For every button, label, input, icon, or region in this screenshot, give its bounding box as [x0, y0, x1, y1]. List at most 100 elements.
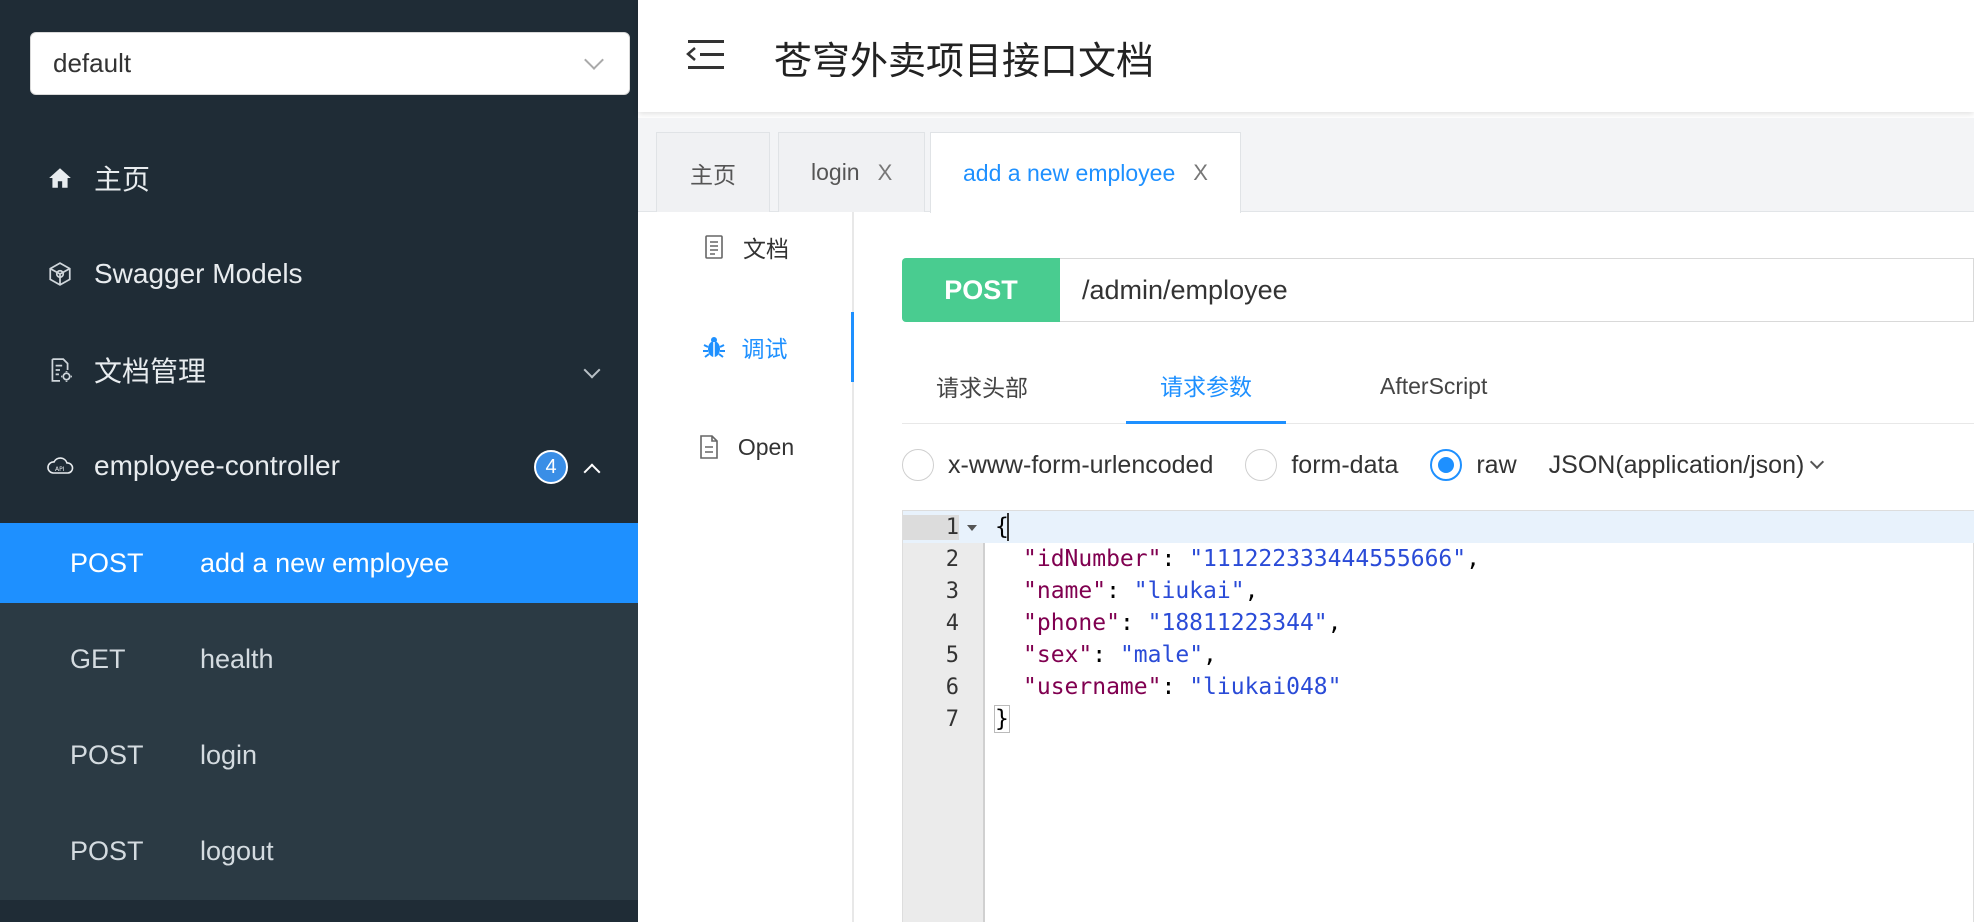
chevron-down-icon	[1810, 454, 1825, 470]
doc-nav-label: 文档	[743, 236, 789, 262]
group-select[interactable]: default	[30, 32, 630, 95]
json-key: "sex"	[1023, 642, 1093, 668]
main-panel: 苍穹外卖项目接口文档 主页 login X add a new employee…	[638, 0, 1974, 922]
line-number: 2	[945, 546, 959, 572]
editor-line: 3 "name": "liukai",	[903, 575, 1974, 607]
chevron-up-icon	[583, 463, 601, 481]
doc-nav-label: 调试	[741, 336, 788, 362]
menu-toggle-icon[interactable]	[686, 38, 726, 72]
tab-login[interactable]: login X	[778, 132, 926, 212]
json-value: "18811223344"	[1147, 610, 1328, 636]
close-icon[interactable]: X	[878, 160, 893, 186]
endpoint-item-add-employee[interactable]: POST add a new employee	[0, 523, 638, 603]
line-number: 6	[945, 674, 959, 700]
code-text: "name": "liukai",	[1023, 578, 1259, 604]
endpoint-item-logout[interactable]: POST logout	[0, 811, 638, 891]
body-type-label: x-www-form-urlencoded	[948, 450, 1214, 479]
top-bar: 苍穹外卖项目接口文档	[638, 0, 1974, 112]
sidebar-item-label: 文档管理	[94, 356, 207, 387]
doc-nav-doc[interactable]: 文档	[638, 212, 854, 282]
tab-home[interactable]: 主页	[656, 132, 770, 212]
endpoint-method: POST	[70, 739, 144, 770]
body-type-label: form-data	[1291, 450, 1399, 479]
editor-line: 5 "sex": "male",	[903, 639, 1974, 671]
json-key: "idNumber"	[1023, 546, 1162, 572]
code-editor[interactable]: 1 { 2 "idNumber": "111222333444555666", …	[902, 510, 1974, 922]
code-text: "idNumber": "111222333444555666",	[1023, 546, 1480, 572]
line-number: 4	[945, 610, 959, 636]
svg-text:API: API	[55, 466, 65, 473]
sidebar-item-label: 主页	[94, 164, 151, 195]
line-number: 5	[945, 642, 959, 668]
app-window: default 主页 Swagger Models 文档管理 API emplo…	[0, 0, 1974, 922]
endpoint-label: logout	[200, 835, 274, 866]
subtab-afterscript[interactable]: AfterScript	[1380, 348, 1487, 424]
tab-bar: 主页 login X add a new employee X	[638, 118, 1974, 213]
sidebar: default 主页 Swagger Models 文档管理 API emplo…	[0, 0, 638, 922]
line-number: 3	[945, 578, 959, 604]
endpoint-label: add a new employee	[200, 547, 450, 578]
body-type-form-data[interactable]: form-data	[1245, 449, 1398, 481]
doc-settings-icon	[46, 356, 74, 384]
doc-nav-open[interactable]: Open	[638, 412, 854, 482]
count-badge: 4	[534, 450, 568, 484]
chevron-down-icon	[583, 361, 601, 379]
group-select-value: default	[53, 48, 132, 78]
json-key: "phone"	[1023, 610, 1120, 636]
doc-nav-debug[interactable]: 调试	[638, 312, 854, 382]
cube-icon	[46, 260, 74, 288]
fold-arrow-icon[interactable]	[967, 525, 977, 531]
document-icon	[703, 235, 727, 259]
sidebar-item-home[interactable]: 主页	[0, 130, 638, 226]
body-type-label: raw	[1476, 450, 1517, 479]
editor-line: 7 }	[903, 703, 1974, 735]
sidebar-item-label: Swagger Models	[94, 258, 303, 289]
body-type-urlencoded[interactable]: x-www-form-urlencoded	[902, 449, 1213, 481]
sidebar-item-doc-management[interactable]: 文档管理	[0, 322, 638, 418]
endpoint-item-login[interactable]: POST login	[0, 715, 638, 795]
code-text: }	[994, 705, 1010, 733]
sidebar-item-label: employee-controller	[94, 450, 340, 481]
doc-nav-label: Open	[737, 433, 795, 460]
editor-line: 2 "idNumber": "111222333444555666",	[903, 543, 1974, 575]
sidebar-item-swagger-models[interactable]: Swagger Models	[0, 226, 638, 322]
radio-button-checked[interactable]	[1430, 449, 1463, 481]
sidebar-item-employee-controller[interactable]: API employee-controller 4	[0, 418, 638, 514]
json-value: "liukai048"	[1189, 674, 1342, 700]
content-type-select[interactable]: JSON(application/json)	[1548, 450, 1825, 480]
radio-button[interactable]	[902, 449, 934, 481]
cloud-api-icon: API	[46, 452, 74, 480]
editor-line: 6 "username": "liukai048"	[903, 671, 1974, 703]
endpoint-method: GET	[70, 643, 126, 674]
bug-icon	[702, 335, 726, 359]
code-text: "phone": "18811223344",	[1023, 610, 1342, 636]
home-icon	[46, 164, 74, 192]
tab-label: add a new employee	[963, 159, 1176, 186]
endpoint-list: POST add a new employee GET health POST …	[0, 523, 638, 900]
tab-add-employee[interactable]: add a new employee X	[930, 132, 1241, 213]
code-text: "sex": "male",	[1023, 642, 1217, 668]
chevron-down-icon	[584, 49, 604, 70]
url-input[interactable]: /admin/employee	[1060, 258, 1974, 322]
subtab-params[interactable]: 请求参数	[1126, 348, 1286, 424]
endpoint-label: login	[200, 739, 258, 770]
json-value: "male"	[1119, 642, 1204, 668]
content-type-value: JSON(application/json)	[1548, 450, 1805, 479]
json-value: "111222333444555666"	[1189, 546, 1467, 572]
request-line: POST /admin/employee	[902, 258, 1974, 322]
subtab-headers[interactable]: 请求头部	[936, 348, 1028, 424]
json-key: "username"	[1023, 674, 1162, 700]
body-type-raw[interactable]: raw	[1430, 449, 1517, 481]
json-value: "liukai"	[1133, 578, 1245, 604]
endpoint-method: POST	[70, 547, 144, 578]
tab-label: login	[811, 159, 860, 185]
close-icon[interactable]: X	[1193, 160, 1208, 186]
text-cursor	[1007, 513, 1009, 541]
radio-button[interactable]	[1245, 449, 1278, 481]
tab-label: 主页	[690, 161, 736, 188]
method-badge: POST	[902, 258, 1060, 322]
page-title: 苍穹外卖项目接口文档	[774, 41, 1155, 83]
editor-line: 1 {	[903, 511, 1974, 543]
endpoint-method: POST	[70, 835, 144, 866]
endpoint-item-health[interactable]: GET health	[0, 619, 638, 699]
